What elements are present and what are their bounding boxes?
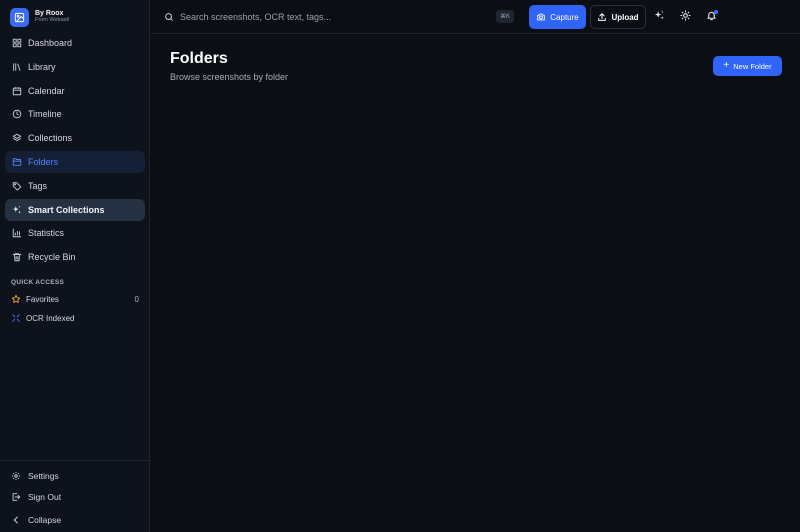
collapse-button[interactable]: Collapse (11, 512, 61, 528)
quick-access-ocr-indexed[interactable]: OCR Indexed (11, 311, 139, 325)
notifications-button[interactable] (704, 10, 718, 24)
sign-out-button[interactable]: Sign Out (11, 489, 61, 505)
sidebar-item-tags[interactable]: Tags (5, 175, 145, 197)
camera-icon (536, 12, 546, 22)
sidebar-item-label: Recycle Bin (28, 252, 76, 263)
dashboard-icon (11, 38, 22, 49)
page-title: Folders (170, 50, 228, 67)
layers-icon (11, 133, 22, 144)
sidebar-item-label: Folders (28, 156, 59, 167)
sign-out-label: Sign Out (28, 492, 62, 502)
upload-button[interactable]: Upload (590, 5, 646, 29)
sidebar-item-label: Library (28, 61, 56, 72)
page-subtitle: Browse screenshots by folder (170, 72, 289, 82)
collapse-label: Collapse (28, 515, 62, 525)
settings-button[interactable]: Settings (11, 468, 59, 484)
search-placeholder: Search screenshots, OCR text, tags... (180, 12, 332, 22)
sign-out-icon (11, 492, 21, 502)
calendar-icon (11, 85, 22, 96)
sidebar-item-label: Calendar (28, 85, 65, 96)
search-icon (164, 12, 175, 23)
sparkles-icon (11, 204, 22, 215)
search-shortcut-badge: ⌘K (496, 10, 515, 23)
sidebar-item-timeline[interactable]: Timeline (5, 103, 145, 125)
gear-icon (11, 471, 21, 481)
new-folder-button[interactable]: + New Folder (713, 56, 782, 76)
theme-toggle-button[interactable] (678, 10, 692, 24)
quick-access-title: QUICK ACCESS (11, 279, 65, 286)
plus-icon: + (723, 60, 730, 71)
sidebar-item-dashboard[interactable]: Dashboard (5, 32, 145, 54)
brand-name: By Roox (35, 10, 64, 18)
sun-icon (679, 8, 691, 26)
notification-dot (714, 10, 718, 14)
top-bar: Search screenshots, OCR text, tags... ⌘K… (151, 0, 800, 34)
sidebar-item-statistics[interactable]: Statistics (5, 222, 145, 244)
sidebar-item-label: Collections (28, 133, 73, 144)
sidebar-item-label: Statistics (28, 228, 65, 239)
capture-button[interactable]: Capture (529, 5, 586, 29)
upload-label: Upload (611, 12, 639, 22)
quick-access-label: OCR Indexed (26, 313, 75, 323)
quick-access-favorites[interactable]: Favorites 0 (11, 292, 139, 306)
trash-icon (11, 252, 22, 263)
ai-sparkles-button[interactable] (652, 10, 666, 24)
sidebar-nav: Dashboard Library Calendar Timeline Coll… (5, 32, 145, 270)
app-logo-icon (10, 7, 29, 27)
star-icon (11, 294, 21, 304)
sidebar-item-library[interactable]: Library (5, 56, 145, 78)
clock-icon (11, 109, 22, 120)
sidebar-item-folders[interactable]: Folders (5, 150, 145, 173)
bar-chart-icon (11, 228, 22, 239)
favorites-count: 0 (134, 294, 139, 304)
tag-icon (11, 180, 22, 191)
upload-icon (597, 12, 607, 22)
sidebar-item-collections[interactable]: Collections (5, 127, 145, 149)
search-input[interactable]: Search screenshots, OCR text, tags... (164, 6, 524, 28)
sidebar-item-label: Tags (28, 180, 48, 191)
sidebar-item-label: Dashboard (28, 38, 73, 48)
brand[interactable]: By Roox From Webaall (10, 7, 69, 27)
sidebar-item-recycle-bin[interactable]: Recycle Bin (5, 246, 145, 268)
sidebar-item-smart-collections[interactable]: Smart Collections (5, 198, 145, 221)
scan-icon (11, 313, 21, 323)
capture-label: Capture (550, 12, 579, 22)
new-folder-label: New Folder (733, 61, 772, 71)
sidebar-item-calendar[interactable]: Calendar (5, 80, 145, 102)
folder-icon (11, 156, 22, 167)
chevron-left-icon (11, 515, 21, 525)
sidebar-divider (0, 460, 149, 461)
settings-label: Settings (28, 471, 59, 481)
brand-subtitle: From Webaall (35, 17, 70, 24)
sparkles-icon (654, 8, 665, 26)
sidebar-item-label: Smart Collections (28, 204, 105, 215)
sidebar-item-label: Timeline (28, 109, 62, 120)
library-icon (11, 61, 22, 72)
quick-access-label: Favorites (26, 294, 59, 304)
sidebar: By Roox From Webaall Dashboard Library C… (0, 0, 150, 532)
